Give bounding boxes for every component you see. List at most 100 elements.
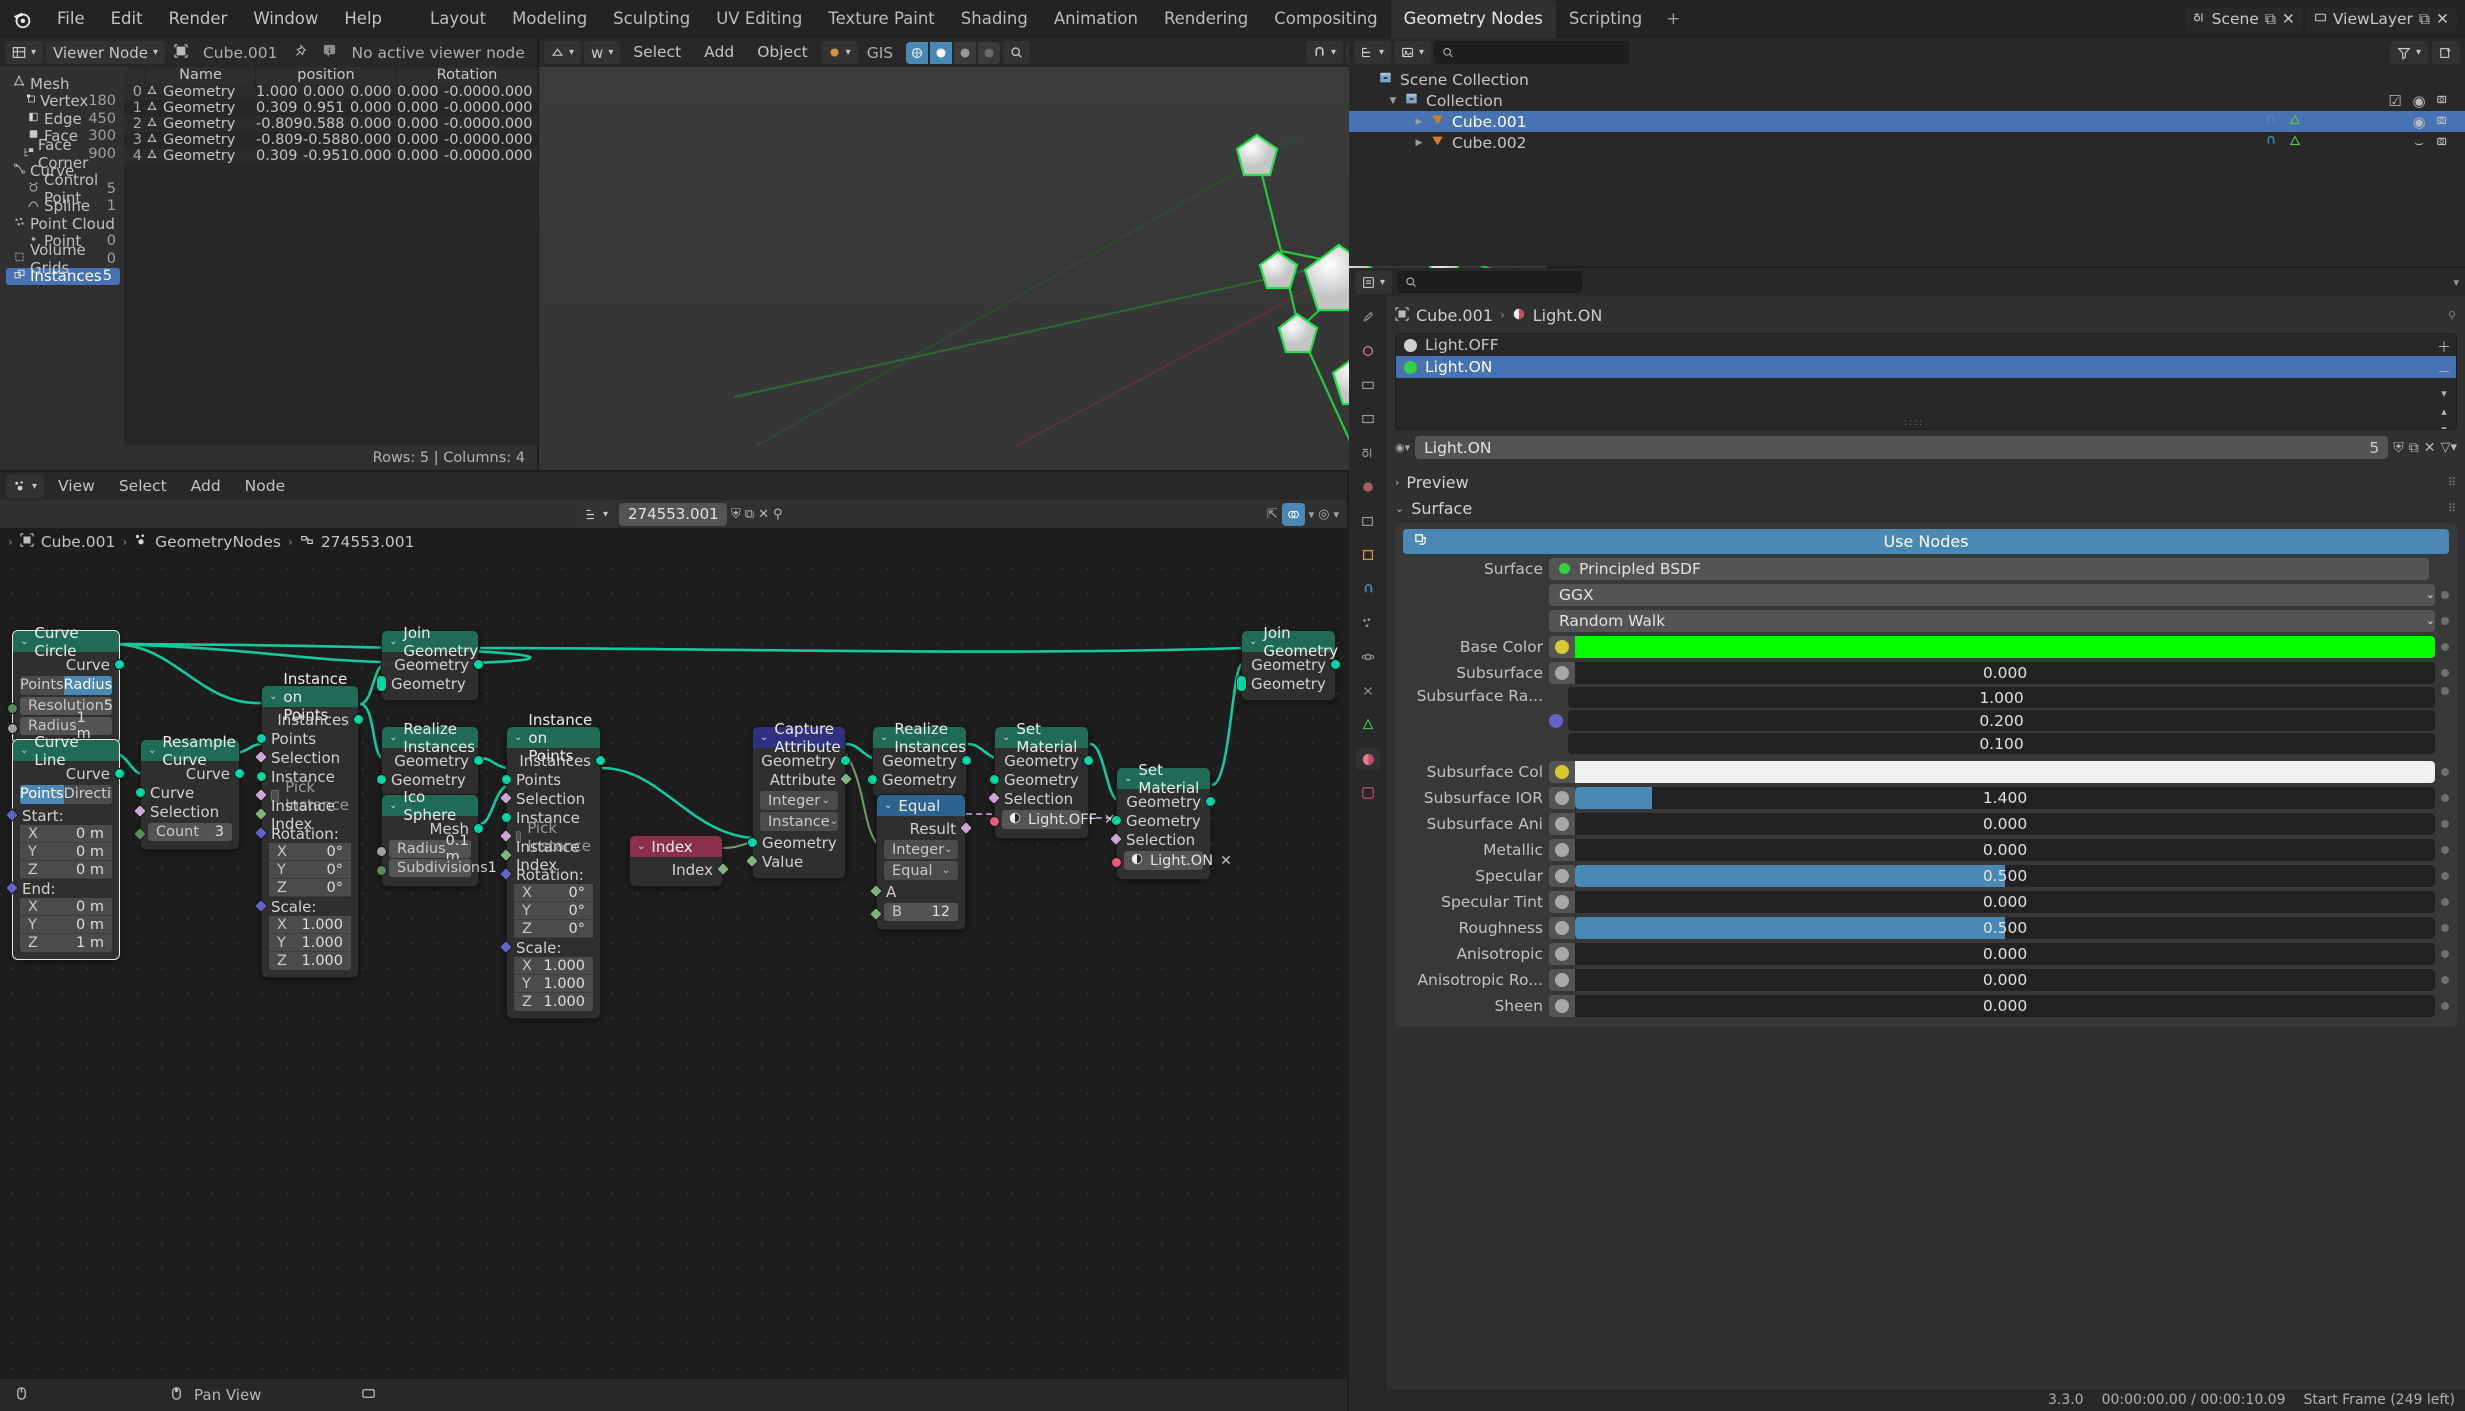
socket-curve[interactable]	[114, 659, 125, 670]
number-slider[interactable]: 0.000	[1575, 994, 2435, 1017]
tab-constraints[interactable]	[1356, 680, 1380, 702]
spreadsheet-mode-dropdown[interactable]: Viewer Node ▾	[46, 41, 165, 64]
node-input-socket-row[interactable]: Selection	[253, 748, 358, 767]
color-swatch[interactable]	[1575, 635, 2435, 658]
unlink-material-icon[interactable]: ✕	[1220, 853, 1232, 869]
active-material-field[interactable]: Light.ON 5	[1415, 436, 2389, 459]
node-realize-instances-2[interactable]: ⌄ Realize Instances Geometry Geometry	[867, 720, 972, 797]
mode-option-points[interactable]: Points	[20, 676, 64, 695]
node-editor-type-selector[interactable]: ▾	[6, 474, 45, 498]
outliner-item-collection[interactable]: ▼ Collection ☑ ◉	[1349, 90, 2465, 111]
node-header[interactable]: ⌄ Join Geometry	[382, 624, 478, 660]
number-field-wrap[interactable]: 0.000	[1549, 968, 2435, 991]
node-output-socket-row[interactable]: Curve	[13, 655, 125, 674]
workspace-tab-modeling[interactable]: Modeling	[499, 0, 600, 38]
number-slider[interactable]: 0.000	[1575, 890, 2435, 913]
node-tree-unlink-icon[interactable]: ✕	[758, 507, 769, 522]
vector-component-z[interactable]: Z 1.000	[269, 952, 351, 970]
node-output-socket-row[interactable]: Geometry	[1242, 655, 1341, 674]
vector-component-z[interactable]: Z 0°	[269, 879, 351, 897]
number-field-wrap[interactable]: 0.000	[1549, 812, 2435, 835]
socket-selection[interactable]	[132, 803, 148, 819]
node-overlay-toggle[interactable]	[1281, 502, 1305, 526]
vector-x[interactable]: 1.000	[1568, 687, 2435, 708]
node-tree-fake-user-icon[interactable]: ⛨	[731, 507, 741, 522]
shading-mode-group[interactable]	[906, 41, 1001, 64]
hide-in-viewport-icon[interactable]: ◉	[2407, 113, 2431, 131]
vector-component-y[interactable]: Y 0°	[269, 861, 351, 879]
socket-material[interactable]	[989, 816, 1000, 827]
menu-render[interactable]: Render	[156, 0, 241, 38]
node-collapse-chevron-icon[interactable]: ⌄	[637, 841, 645, 852]
material-slot-down-icon[interactable]: ▾	[2441, 423, 2447, 429]
viewport-menu-add[interactable]: Add	[694, 38, 744, 67]
node-equal[interactable]: ⌄ Equal Result Integer ⌄ Equal ⌄ A B 12	[868, 794, 974, 930]
socket-curve[interactable]	[234, 768, 245, 779]
node-field-b[interactable]: B 12	[884, 902, 958, 921]
tab-object[interactable]	[1356, 544, 1380, 566]
socket-resolution[interactable]	[7, 703, 18, 714]
node-input-socket-row[interactable]: Geometry	[989, 770, 1088, 789]
node-output-socket-row[interactable]: Result	[877, 819, 974, 838]
spreadsheet-row[interactable]: 4 Geometry 0.309 -0.951 0.000 0.000 -0.000 0.00…	[124, 148, 538, 164]
node-header[interactable]: ⌄ Instance on Points	[262, 670, 358, 724]
menu-help[interactable]: Help	[331, 0, 395, 38]
socket-geometry[interactable]	[840, 755, 851, 766]
node-tree-new-icon[interactable]: ⧉	[745, 507, 754, 522]
material-slot-list[interactable]: Light.OFF Light.ON ＋ － ▾ ▴ ▾ ::::	[1395, 333, 2457, 430]
add-workspace-button[interactable]: +	[1655, 9, 1691, 29]
node-mode-toggle[interactable]: Points Radius	[20, 676, 112, 695]
node-input-socket-row[interactable]: Selection	[1108, 830, 1210, 849]
socket-geometry[interactable]	[747, 837, 758, 848]
node-input-socket-row[interactable]: Instance Index	[498, 838, 600, 874]
node-input-socket-row[interactable]: A	[868, 882, 965, 901]
node-material-field[interactable]: Light.OFF ✕	[1002, 810, 1116, 829]
color-swatch[interactable]	[1575, 760, 2435, 783]
socket-radius[interactable]	[7, 722, 18, 734]
socket-a[interactable]	[868, 883, 884, 899]
properties-tab-strip[interactable]	[1349, 296, 1387, 1411]
socket-count[interactable]	[132, 826, 148, 841]
shader-field-subsurface-ior[interactable]: Subsurface IOR 1.400	[1403, 786, 2449, 809]
socket-pick-instance[interactable]	[253, 787, 269, 803]
fake-user-icon[interactable]: ⛨	[2393, 440, 2404, 456]
active-material-row[interactable]: ◉▾ Light.ON 5 ⛨ ⧉ ✕ ▽▾	[1395, 436, 2457, 459]
node-header[interactable]: ⌄ Realize Instances	[873, 720, 966, 756]
vector-component-x[interactable]: X 0 m	[20, 898, 112, 916]
workspace-tab-sculpting[interactable]: Sculpting	[600, 0, 703, 38]
shading-wireframe-icon[interactable]	[906, 41, 929, 64]
socket-selection[interactable]	[986, 790, 1002, 806]
node-join-geometry-1[interactable]: ⌄ Join Geometry Geometry Geometry	[376, 624, 484, 701]
node-resample-curve[interactable]: ⌄ Resample Curve Curve Curve Selection Count 3	[132, 733, 245, 850]
tab-view-layer[interactable]	[1356, 408, 1380, 430]
mode-option-radius[interactable]: Radius	[63, 676, 112, 695]
animate-property-dot[interactable]	[2441, 668, 2449, 677]
tab-render[interactable]	[1356, 340, 1380, 362]
number-field-wrap[interactable]: 1.400	[1549, 786, 2435, 809]
surface-collapse-chevron-icon[interactable]: ⌄	[1395, 502, 1404, 515]
outliner-expand-arrow[interactable]: ▶	[1411, 117, 1427, 127]
node-collapse-chevron-icon[interactable]: ⌄	[1249, 636, 1257, 647]
vector-component-y[interactable]: Y 0 m	[20, 916, 112, 934]
socket-mesh[interactable]	[473, 823, 484, 834]
node-material-field[interactable]: Light.ON ✕	[1124, 851, 1232, 870]
number-slider[interactable]: 0.500	[1575, 916, 2435, 939]
disable-in-renders-icon[interactable]	[2431, 113, 2455, 131]
node-instance-on-points-2[interactable]: ⌄ Instance on Points Instances Points Select…	[498, 711, 606, 1019]
node-header[interactable]: ⌄ Capture Attribute	[753, 720, 845, 756]
outliner-expand-arrow[interactable]: ▼	[1385, 96, 1401, 106]
material-users-count[interactable]: 5	[2369, 439, 2379, 457]
node-curve-circle[interactable]: ⌄ Curve Circle Curve Points Radius Resolution…	[7, 624, 125, 744]
node-header[interactable]: ⌄ Instance on Points	[507, 711, 600, 765]
node-instance-on-points-1[interactable]: ⌄ Instance on Points Instances Points Select…	[253, 670, 364, 978]
vector-component-x[interactable]: X 1.000	[269, 916, 351, 934]
socket-result[interactable]	[958, 820, 974, 836]
socket-geometry[interactable]	[1330, 659, 1341, 670]
nodepath-tree-name[interactable]: 274553.001	[321, 533, 415, 551]
socket-start[interactable]	[4, 807, 20, 823]
node-collapse-chevron-icon[interactable]: ⌄	[148, 745, 156, 756]
viewport-editor-type-selector[interactable]: ▾	[544, 41, 582, 64]
node-input-socket-row[interactable]: Value	[744, 852, 845, 871]
socket-rotation[interactable]	[253, 825, 269, 841]
modifier-icon[interactable]	[2259, 134, 2283, 152]
